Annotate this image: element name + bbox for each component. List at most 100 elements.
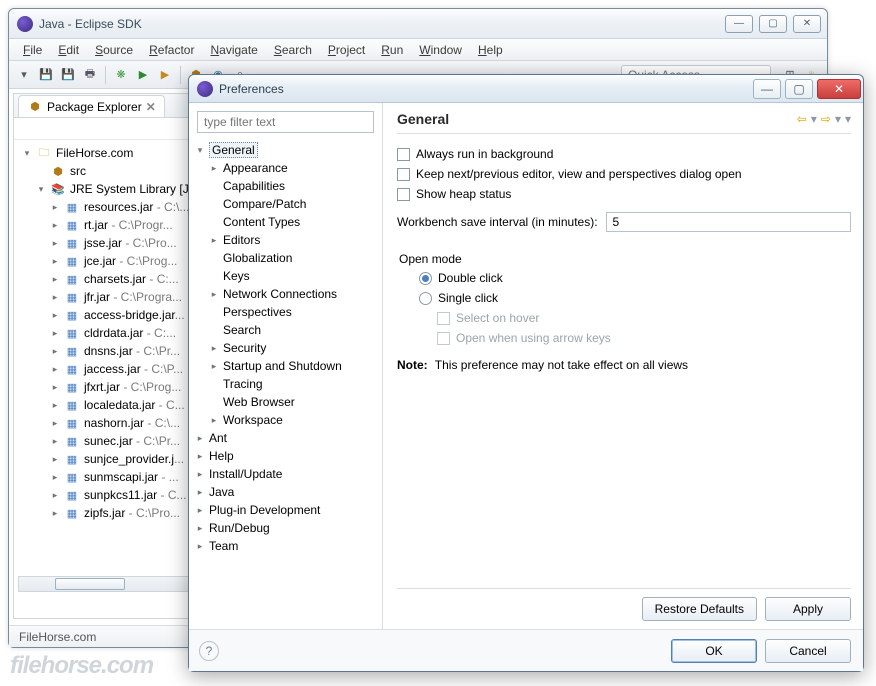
pref-tree-item[interactable]: ▸Ant [195,429,378,447]
history-back-menu-icon[interactable]: ▾ [811,112,817,126]
pref-tree-item[interactable]: Content Types [195,213,378,231]
pref-tree-item[interactable]: Web Browser [195,393,378,411]
pref-tree-item[interactable]: ▸Security [195,339,378,357]
restore-defaults-button[interactable]: Restore Defaults [642,597,757,621]
twisty-icon[interactable]: ▸ [195,523,205,534]
menu-source[interactable]: Source [87,41,141,59]
menu-edit[interactable]: Edit [50,41,87,59]
twisty-icon[interactable]: ▸ [209,361,219,372]
twisty-icon[interactable]: ▸ [50,292,60,303]
twisty-icon[interactable]: ▸ [50,256,60,267]
pref-tree-item[interactable]: Compare/Patch [195,195,378,213]
twisty-icon[interactable]: ▸ [195,505,205,516]
pref-tree-item[interactable]: ▸Startup and Shutdown [195,357,378,375]
twisty-icon[interactable]: ▸ [209,235,219,246]
twisty-icon[interactable]: ▸ [209,289,219,300]
dialog-minimize-button[interactable]: — [753,79,781,99]
twisty-icon[interactable]: ▸ [50,202,60,213]
pref-tree-item[interactable]: ▾General [195,141,378,159]
pref-tree-item[interactable]: Keys [195,267,378,285]
debug-icon[interactable]: ❋ [112,66,130,84]
pref-tree-item[interactable]: Perspectives [195,303,378,321]
pref-tree-item[interactable]: ▸Help [195,447,378,465]
history-back-icon[interactable]: ⇦ [797,112,807,126]
pref-tree-item[interactable]: ▸Editors [195,231,378,249]
always-run-bg-row[interactable]: Always run in background [397,147,851,161]
twisty-icon[interactable]: ▸ [195,451,205,462]
pref-tree-item[interactable]: ▸Team [195,537,378,555]
scrollbar-thumb[interactable] [55,578,125,590]
dialog-close-button[interactable]: ✕ [817,79,861,99]
twisty-icon[interactable]: ▸ [195,469,205,480]
twisty-icon[interactable]: ▸ [50,346,60,357]
radio-unchecked-icon[interactable] [419,292,432,305]
apply-button[interactable]: Apply [765,597,851,621]
menu-window[interactable]: Window [411,41,470,59]
history-forward-icon[interactable]: ⇨ [821,112,831,126]
main-titlebar[interactable]: Java - Eclipse SDK — ▢ ✕ [9,9,827,39]
filter-input[interactable] [197,111,374,133]
twisty-icon[interactable]: ▸ [50,382,60,393]
menu-refactor[interactable]: Refactor [141,41,202,59]
pref-tree-item[interactable]: ▸Java [195,483,378,501]
save-interval-input[interactable] [606,212,851,232]
pref-tree-item[interactable]: Tracing [195,375,378,393]
keep-next-prev-row[interactable]: Keep next/previous editor, view and pers… [397,167,851,181]
pref-tree-item[interactable]: ▸Install/Update [195,465,378,483]
twisty-icon[interactable]: ▸ [50,436,60,447]
close-button[interactable]: ✕ [793,15,821,33]
pref-tree-item[interactable]: ▸Network Connections [195,285,378,303]
twisty-icon[interactable]: ▸ [50,274,60,285]
menu-project[interactable]: Project [320,41,373,59]
twisty-icon[interactable]: ▾ [36,184,46,195]
twisty-icon[interactable]: ▸ [209,415,219,426]
help-icon[interactable]: ? [199,641,219,661]
twisty-icon[interactable]: ▸ [50,508,60,519]
dialog-maximize-button[interactable]: ▢ [785,79,813,99]
run-last-icon[interactable]: ▶ [156,66,174,84]
pref-tree-item[interactable]: ▸Appearance [195,159,378,177]
twisty-icon[interactable]: ▸ [50,364,60,375]
twisty-icon[interactable]: ▸ [50,238,60,249]
twisty-icon[interactable]: ▸ [195,541,205,552]
history-forward-menu-icon[interactable]: ▾ [835,112,841,126]
pref-tree-item[interactable]: Capabilities [195,177,378,195]
twisty-icon[interactable]: ▸ [50,490,60,501]
twisty-icon[interactable]: ▸ [50,220,60,231]
save-icon[interactable]: 💾 [37,66,55,84]
twisty-icon[interactable]: ▾ [22,148,32,159]
print-icon[interactable]: 🖶 [81,66,99,84]
pref-tree-item[interactable]: ▸Plug-in Development [195,501,378,519]
checkbox-unchecked-icon[interactable] [397,188,410,201]
twisty-icon[interactable]: ▸ [50,400,60,411]
twisty-icon[interactable]: ▸ [195,433,205,444]
twisty-icon[interactable]: ▸ [50,418,60,429]
new-icon[interactable]: ▾ [15,66,33,84]
twisty-icon[interactable]: ▸ [50,310,60,321]
maximize-button[interactable]: ▢ [759,15,787,33]
pref-tree-item[interactable]: ▸Run/Debug [195,519,378,537]
twisty-icon[interactable]: ▸ [50,328,60,339]
save-all-icon[interactable]: 💾 [59,66,77,84]
menu-search[interactable]: Search [266,41,320,59]
page-menu-icon[interactable]: ▾ [845,112,851,126]
twisty-icon[interactable]: ▸ [195,487,205,498]
menu-help[interactable]: Help [470,41,511,59]
ok-button[interactable]: OK [671,639,757,663]
twisty-icon[interactable]: ▸ [50,472,60,483]
run-icon[interactable]: ▶ [134,66,152,84]
twisty-icon[interactable]: ▸ [209,343,219,354]
radio-checked-icon[interactable] [419,272,432,285]
minimize-button[interactable]: — [725,15,753,33]
dialog-titlebar[interactable]: Preferences — ▢ ✕ [189,75,863,103]
twisty-icon[interactable]: ▸ [50,454,60,465]
menu-run[interactable]: Run [373,41,411,59]
pref-tree-item[interactable]: Globalization [195,249,378,267]
twisty-icon[interactable]: ▾ [195,145,205,156]
show-heap-row[interactable]: Show heap status [397,187,851,201]
package-explorer-tab[interactable]: ⬢ Package Explorer ✕ [18,95,165,117]
twisty-icon[interactable]: ▸ [209,163,219,174]
pref-tree-item[interactable]: ▸Workspace [195,411,378,429]
checkbox-unchecked-icon[interactable] [397,148,410,161]
cancel-button[interactable]: Cancel [765,639,851,663]
